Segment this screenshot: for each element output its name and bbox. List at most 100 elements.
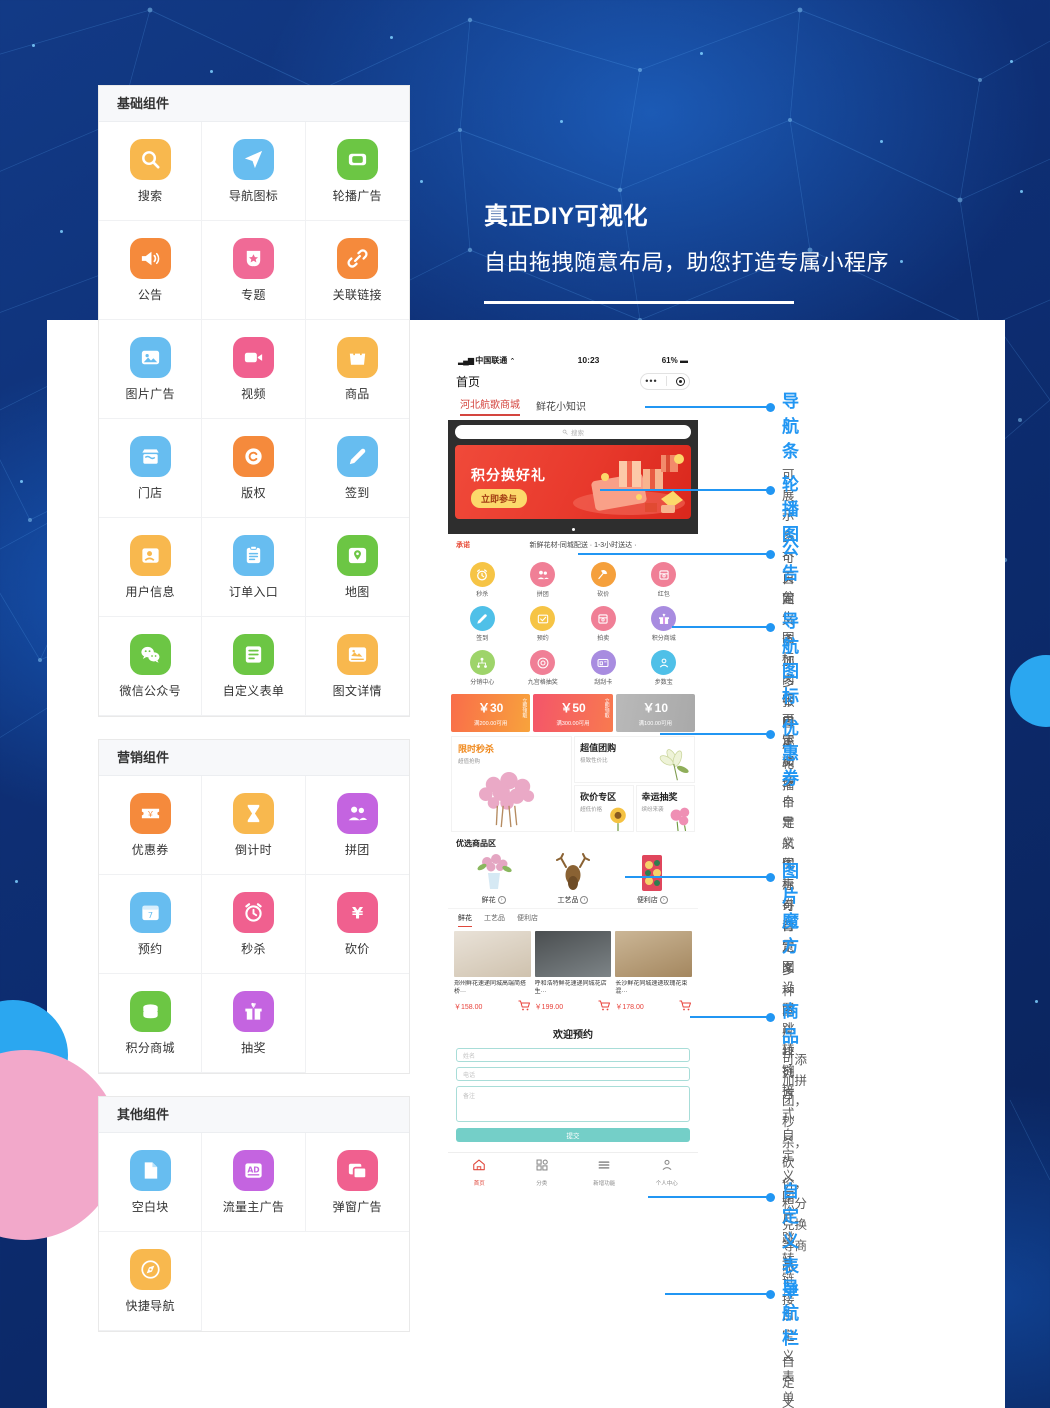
magic-cell-bottom-right[interactable]: 幸运抽奖 缤纷来袭 (635, 785, 695, 832)
form-name-input[interactable]: 姓名 (456, 1048, 690, 1062)
picks-row[interactable]: 鲜花 › 工艺品 › 便利店 › (448, 853, 698, 908)
nav-icon-item[interactable]: 拍卖 (573, 602, 634, 646)
nav-icon-label: 刮刮卡 (594, 680, 613, 686)
form-remark-input[interactable]: 备注 (456, 1086, 690, 1122)
component-item-coupon[interactable]: ￥ 优惠券 (99, 776, 203, 875)
component-item-popup[interactable]: 弹窗广告 (305, 1133, 409, 1232)
nav-tab[interactable]: 鲜花小知识 (536, 398, 586, 416)
magic-cell-bottom-left[interactable]: 砍价专区 超低价格 (574, 785, 634, 832)
component-item-star-badge[interactable]: 专题 (202, 221, 306, 320)
close-target-icon[interactable] (675, 376, 685, 386)
component-item-megaphone[interactable]: 公告 (99, 221, 203, 320)
tab-bar-item-grid[interactable]: 分类 (511, 1158, 574, 1187)
coupon-card[interactable]: ￥50 满300.00可用 立即领取 (533, 694, 613, 732)
component-item-map-pin[interactable]: 地图 (305, 518, 409, 617)
nav-icon-item[interactable]: 九宫格抽奖 (513, 646, 574, 690)
component-item-video[interactable]: 视频 (202, 320, 306, 419)
nav-icon-item[interactable]: 预约 (513, 602, 574, 646)
component-item-alarm[interactable]: 秒杀 (202, 875, 306, 974)
component-item-bag[interactable]: 商品 (305, 320, 409, 419)
image-magic-cube[interactable]: 限时秒杀 超值抢购 超值团购 极致性价比 砍价专区 超低价格 幸运抽奖 缤纷来袭 (448, 736, 698, 836)
magic-cell-large[interactable]: 限时秒杀 超值抢购 (451, 736, 573, 832)
product-category-tabs[interactable]: 鲜花 工艺品 便利店 (448, 908, 698, 927)
component-item-yuan[interactable]: ¥ 砍价 (305, 875, 409, 974)
coupon-row[interactable]: ￥30 满200.00可用 立即领取 ￥50 满300.00可用 立即领取 ￥10 满100.… (448, 694, 698, 736)
component-item-store[interactable]: 门店 (99, 419, 203, 518)
annotation-leader-line (690, 1016, 770, 1018)
nav-icon-grid[interactable]: 秒杀 拼团 砍价 红包签到 预约 拍卖 积分商城分销中心 九宫格抽奖 刮刮卡 步数宝 (448, 556, 698, 694)
search-input[interactable]: 搜索 (455, 425, 691, 439)
wechat-capsule[interactable]: ••• (640, 372, 690, 390)
product-card[interactable]: 长沙鲜花同城速递玫瑰花束混··· ￥178.00 (615, 931, 693, 1016)
component-item-blank-page[interactable]: 空白块 (99, 1133, 203, 1232)
component-item-clipboard[interactable]: 订单入口 (202, 518, 306, 617)
pick-item[interactable]: 工艺品 › (533, 853, 612, 905)
component-item-image[interactable]: 图片广告 (99, 320, 203, 419)
component-item-search[interactable]: 搜索 (99, 122, 203, 221)
bottom-tab-bar[interactable]: 首页 分类 新增功能 个人中心 (448, 1152, 698, 1193)
component-item-navigation[interactable]: 导航图标 (202, 122, 306, 221)
component-item-calendar[interactable]: 7 预约 (99, 875, 203, 974)
product-category-tab[interactable]: 鲜花 (458, 913, 472, 927)
pick-image (471, 853, 517, 893)
nav-icon-item[interactable]: 步数宝 (634, 646, 695, 690)
pencil-icon (336, 435, 378, 477)
product-card[interactable]: 呼和浩特鲜花速递同城花店生··· ￥199.00 (534, 931, 612, 1016)
product-price-row: ￥199.00 (535, 998, 612, 1016)
status-time: 10:23 (577, 355, 600, 365)
component-item-user-card[interactable]: 用户信息 (99, 518, 203, 617)
magic-cell-top[interactable]: 超值团购 极致性价比 (574, 736, 695, 783)
component-item-gift[interactable]: 抽奖 (202, 974, 306, 1073)
more-icon[interactable]: ••• (645, 376, 657, 386)
nav-icon-item[interactable]: 红包 (634, 558, 695, 602)
nav-tab[interactable]: 河北航歌商城 (460, 396, 520, 416)
cart-icon[interactable] (598, 998, 611, 1016)
coupon-card[interactable]: ￥30 满200.00可用 立即领取 (451, 694, 531, 732)
coupon-card[interactable]: ￥10 满100.00可用 (615, 694, 695, 732)
tab-bar-item-home[interactable]: 首页 (448, 1158, 511, 1187)
component-item-carousel[interactable]: 轮播广告 (305, 122, 409, 221)
component-item-compass[interactable]: 快捷导航 (99, 1232, 203, 1331)
component-item-hourglass[interactable]: 倒计时 (202, 776, 306, 875)
component-item-article-image[interactable]: 图文详情 (305, 617, 409, 716)
tab-bar-item-menu[interactable]: 新增功能 (573, 1158, 636, 1187)
menu-icon (597, 1158, 611, 1177)
annotation-dot (766, 549, 775, 559)
component-item-link[interactable]: 关联链接 (305, 221, 409, 320)
component-item-pencil[interactable]: 签到 (305, 419, 409, 518)
headline-primary: 真正DIY可视化 (484, 203, 649, 230)
tab-bar-item-person[interactable]: 个人中心 (636, 1158, 699, 1187)
cart-icon[interactable] (518, 998, 531, 1016)
nav-icon-item[interactable]: 签到 (452, 602, 513, 646)
component-item-wechat[interactable]: 微信公众号 (99, 617, 203, 716)
product-category-tab[interactable]: 工艺品 (484, 913, 505, 927)
form-phone-input[interactable]: 电话 (456, 1067, 690, 1081)
product-list[interactable]: 郑州鲜花速递同城高端简搭桥··· ￥158.00 呼和浩特鲜花速递同城花店生··· ￥… (448, 927, 698, 1018)
form-submit-button[interactable]: 提交 (456, 1128, 690, 1142)
pick-item[interactable]: 鲜花 › (454, 853, 533, 905)
coupon-action[interactable]: 立即领取 (521, 698, 527, 718)
component-item-copyright[interactable]: 版权 (202, 419, 306, 518)
carousel-banner[interactable]: 积分换好礼 立即参与 (455, 445, 691, 519)
component-item-ad[interactable]: AD 流量主广告 (202, 1133, 306, 1232)
nav-icon-item[interactable]: 分销中心 (452, 646, 513, 690)
nav-icon-item[interactable]: 刮刮卡 (573, 646, 634, 690)
cart-icon[interactable] (679, 998, 692, 1016)
product-card[interactable]: 郑州鲜花速递同城高端简搭桥··· ￥158.00 (454, 931, 531, 1016)
nav-icon-item[interactable]: 积分商城 (634, 602, 695, 646)
nav-icon-item[interactable]: 拼团 (513, 558, 574, 602)
annotation-dot (766, 1012, 775, 1022)
component-item-coins[interactable]: 积分商城 (99, 974, 203, 1073)
nav-icon-item[interactable]: 秒杀 (452, 558, 513, 602)
component-item-form[interactable]: 自定义表单 (202, 617, 306, 716)
popup-icon (336, 1149, 378, 1191)
coupon-action[interactable]: 立即领取 (603, 698, 610, 718)
component-item-label: 公告 (137, 287, 163, 302)
banner-button[interactable]: 立即参与 (471, 489, 528, 508)
nav-icon-item[interactable]: 砍价 (573, 558, 634, 602)
user-card-icon (129, 534, 171, 576)
product-category-tab[interactable]: 便利店 (517, 913, 538, 927)
pick-item[interactable]: 便利店 › (613, 853, 692, 905)
carousel-indicator[interactable] (448, 525, 698, 534)
component-item-group[interactable]: 拼团 (305, 776, 409, 875)
